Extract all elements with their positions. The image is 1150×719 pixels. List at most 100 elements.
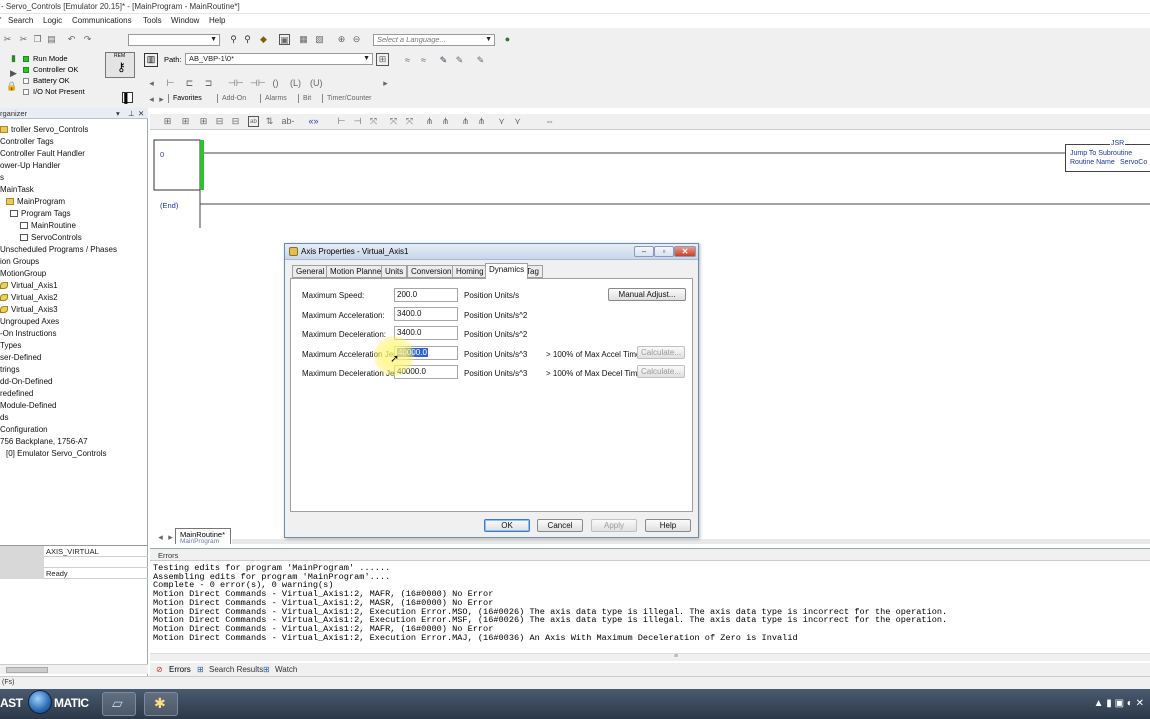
pin-icon[interactable]: ⊥ [128,109,135,118]
controller-panel-icon[interactable]: ▌ [122,92,133,103]
tree-item[interactable]: Types [0,341,21,350]
calculate-decel-jerk-button[interactable]: Calculate... [637,365,685,378]
tree-item[interactable]: Unscheduled Programs / Phases [0,245,117,254]
tree-item[interactable]: Virtual_Axis3 [0,305,58,314]
tab-favorites[interactable]: Favorites [168,94,206,103]
path-combo[interactable]: AB_VBP-1\0* ▼ [185,53,373,65]
scroll-grip-icon[interactable]: ≡ [674,653,678,660]
manual-adjust-button[interactable]: Manual Adjust... [608,288,686,301]
max-speed-input[interactable]: 200.0 [394,288,458,302]
tab-general[interactable]: General [292,265,329,278]
test-edit-icon[interactable]: ✎ [438,55,449,66]
scissors-icon[interactable]: ✂ [2,34,13,45]
menu-help[interactable]: Help [209,16,225,25]
menu-communications[interactable]: Communications [72,16,132,25]
cross-ref-icon[interactable]: ◆ [258,34,269,45]
assemble-edit-icon[interactable]: ✎ [475,55,486,66]
help-button[interactable]: Help [645,519,691,532]
copy-icon[interactable]: ❐ [32,34,43,45]
jsr-instruction[interactable]: JSR Jump To Subroutine Routine Name Serv… [1065,140,1150,172]
tree-item[interactable]: redefined [0,389,33,398]
apply-button[interactable]: Apply [591,519,637,532]
tree-item[interactable]: trings [0,365,20,374]
max-accel-jerk-input[interactable]: 40000.0 [394,346,458,360]
zoom-out-icon[interactable]: ⊖ [351,34,362,45]
tree-item[interactable]: Virtual_Axis2 [0,293,58,302]
online-edit-icon[interactable]: ≈ [402,55,413,66]
taskbar-app-logix[interactable]: ✱ [144,692,178,716]
close-icon[interactable]: ✕ [138,109,144,118]
menu-window[interactable]: Window [171,16,199,25]
tab-search-results[interactable]: Search Results [209,665,263,674]
cut-icon[interactable]: ✂ [18,34,29,45]
tree-item[interactable]: Module-Defined [0,401,56,410]
tree-item[interactable]: Controller Fault Handler [0,149,85,158]
tree-item[interactable]: MotionGroup [0,269,46,278]
tab-timer-counter[interactable]: Timer/Counter [322,94,375,103]
ok-button[interactable]: OK [484,519,530,532]
tab-units[interactable]: Units [381,265,408,278]
max-decel-input[interactable]: 3400.0 [394,326,458,340]
tree-item[interactable]: MainProgram [6,197,65,206]
accept-edit-icon[interactable]: ≈ [418,55,429,66]
errors-hscroll[interactable]: ≡ [150,653,1150,661]
tree-item[interactable]: 756 Backplane, 1756-A7 [0,437,88,446]
tree-item[interactable]: ower-Up Handler [0,161,60,170]
start-button[interactable] [28,690,52,714]
undo-icon[interactable]: ↶ [66,34,77,45]
max-accel-input[interactable]: 3400.0 [394,307,458,321]
tree-item[interactable]: Virtual_Axis1 [0,281,58,290]
scroll-thumb[interactable] [6,667,48,673]
tab-homing[interactable]: Homing [452,265,488,278]
rung-selection-box[interactable] [153,139,201,191]
otu-icon[interactable]: (U) [310,78,323,89]
ote-icon[interactable]: () [270,78,281,89]
editor-hscroll[interactable] [232,539,1150,544]
zoom-in-icon[interactable]: ⊕ [336,34,347,45]
properties-icon[interactable]: ▦ [298,34,309,45]
build-icon[interactable]: ▧ [314,34,325,45]
tree-item[interactable]: Controller Tags [0,137,54,146]
minimize-button[interactable]: – [634,246,654,257]
tab-add-on[interactable]: Add-On [217,94,250,103]
tree-item[interactable]: ion Groups [0,257,39,266]
calculate-accel-jerk-button[interactable]: Calculate... [637,346,685,359]
tree-item[interactable]: troller Servo_Controls [0,125,88,134]
close-button[interactable]: ✕ [674,246,696,257]
network-icon[interactable]: ▥ [144,53,158,67]
tab-scroll-right-icon[interactable]: ▸ [156,94,167,105]
taskbar-app-explorer[interactable]: ▱ [102,692,136,716]
tree-item[interactable]: Ungrouped Axes [0,317,59,326]
tree-item[interactable]: Configuration [0,425,48,434]
find-next-icon[interactable]: ⚲ [242,34,253,45]
organizer-hscroll[interactable] [0,664,148,674]
tree-item[interactable]: [0] Emulator Servo_Controls [6,449,107,458]
tab-errors[interactable]: Errors [169,665,191,674]
tree-item[interactable]: ServoControls [20,233,82,242]
xic-icon[interactable]: ⊣⊢ [228,78,244,89]
menu-search[interactable]: Search [8,16,33,25]
xio-icon[interactable]: ⊣⊢ [250,78,266,89]
tree-item[interactable]: ds [0,413,8,422]
cancel-button[interactable]: Cancel [537,519,583,532]
scroll-left-icon[interactable]: ◂ [146,78,157,89]
tree-item[interactable]: dd-On-Defined [0,377,52,386]
who-active-icon[interactable]: ⊞ [376,53,389,66]
language-select[interactable]: Select a Language... ▼ [373,34,495,46]
maximize-button[interactable]: ▫ [654,246,674,257]
tree-item[interactable]: s [0,173,4,182]
max-decel-jerk-input[interactable]: 40000.0 [394,365,458,379]
tab-bit[interactable]: Bit [298,94,315,103]
branch-level-icon[interactable]: ⊐ [203,78,214,89]
binoculars-icon[interactable]: ⚲ [228,34,239,45]
otl-icon[interactable]: (L) [290,78,301,89]
tree-item[interactable]: -On Instructions [0,329,56,338]
tab-motion-planner[interactable]: Motion Planner [326,265,388,278]
pin-dropdown-icon[interactable]: ▾ [116,109,120,118]
verify-icon[interactable]: ▣ [279,34,290,45]
tree-item[interactable]: ser-Defined [0,353,41,362]
tab-main-routine[interactable]: MainRoutine* MainProgram [175,528,231,545]
tab-dynamics[interactable]: Dynamics [485,263,529,279]
tree-item[interactable]: MainTask [0,185,34,194]
scroll-right-icon[interactable]: ▸ [380,78,391,89]
